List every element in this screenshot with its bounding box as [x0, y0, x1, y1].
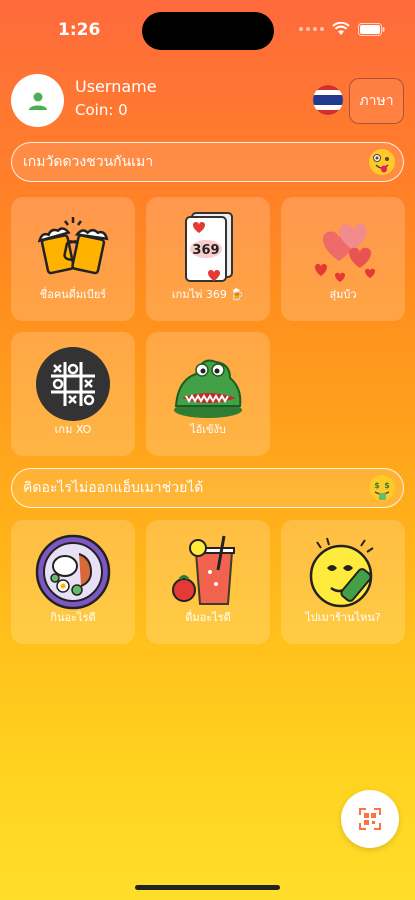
game-tile-card-369[interactable]: 369 เกมไพ่ 369 🍺 [146, 197, 270, 321]
helper-tile-food[interactable]: กินอะไรดี [11, 520, 135, 644]
user-icon [28, 92, 47, 110]
helper-label: ไปเมาร้านไหน? [305, 611, 381, 624]
game-label: เกมไพ่ 369 🍺 [171, 288, 245, 301]
helper-label: กินอะไรดี [50, 611, 96, 624]
status-bar: 1:26 [0, 0, 415, 56]
username-label: Username [75, 77, 157, 96]
game-tile-xo[interactable]: เกม XO [11, 332, 135, 456]
language-button[interactable]: ภาษา [349, 78, 404, 124]
status-time: 1:26 [58, 20, 101, 40]
playing-card-369-icon: 369 [185, 212, 233, 282]
zany-face-emoji [369, 149, 395, 175]
status-icons [299, 22, 385, 36]
home-indicator[interactable] [135, 885, 280, 890]
thai-flag-icon[interactable] [313, 85, 343, 115]
battery-icon [358, 22, 385, 36]
game-label: ชื่อคนดื่มเบียร์ [39, 288, 107, 301]
avatar[interactable] [11, 74, 64, 127]
section-title: คิดอะไรไม่ออกแอ็บเมาช่วยได้ [23, 480, 204, 496]
qr-scan-icon [359, 808, 381, 830]
dynamic-island [142, 12, 274, 50]
game-label: เกม XO [54, 423, 92, 436]
money-mouth-face-emoji: $ $ [369, 475, 395, 501]
helper-tile-drinks[interactable]: ดื่มอะไรดี [146, 520, 270, 644]
drinks-icon [172, 535, 235, 605]
coin-balance: Coin: 0 [75, 101, 128, 119]
helper-label: ดื่มอะไรดี [185, 611, 231, 624]
svg-text:$: $ [384, 481, 390, 490]
tic-tac-toe-icon [36, 347, 110, 421]
game-tile-random[interactable]: สุ่มบ้ว [281, 197, 405, 321]
section-header-drinking-games: เกมวัดดวงชวนกันเมา [11, 142, 404, 182]
game-label: ไอ้เข้งับ [190, 423, 226, 436]
section-header-helpers: คิดอะไรไม่ออกแอ็บเมาช่วยได้ $ $ [11, 468, 404, 508]
drunk-face-icon [309, 537, 374, 608]
profile-header: Username Coin: 0 ภาษา [11, 74, 404, 128]
game-label: สุ่มบ้ว [329, 288, 357, 301]
svg-text:369: 369 [192, 243, 219, 258]
hearts-icon [315, 224, 375, 282]
food-plate-icon [35, 534, 111, 610]
svg-text:$: $ [374, 481, 380, 490]
section-title: เกมวัดดวงชวนกันเมา [23, 154, 154, 170]
signal-icon [299, 27, 324, 31]
beer-mugs-icon [37, 217, 109, 275]
game-tile-crocodile[interactable]: ไอ้เข้งับ [146, 332, 270, 456]
helper-tile-bar[interactable]: ไปเมาร้านไหน? [281, 520, 405, 644]
qr-scan-button[interactable] [341, 790, 399, 848]
game-tile-beer[interactable]: ชื่อคนดื่มเบียร์ [11, 197, 135, 321]
wifi-icon [332, 22, 350, 35]
crocodile-icon [174, 359, 242, 418]
